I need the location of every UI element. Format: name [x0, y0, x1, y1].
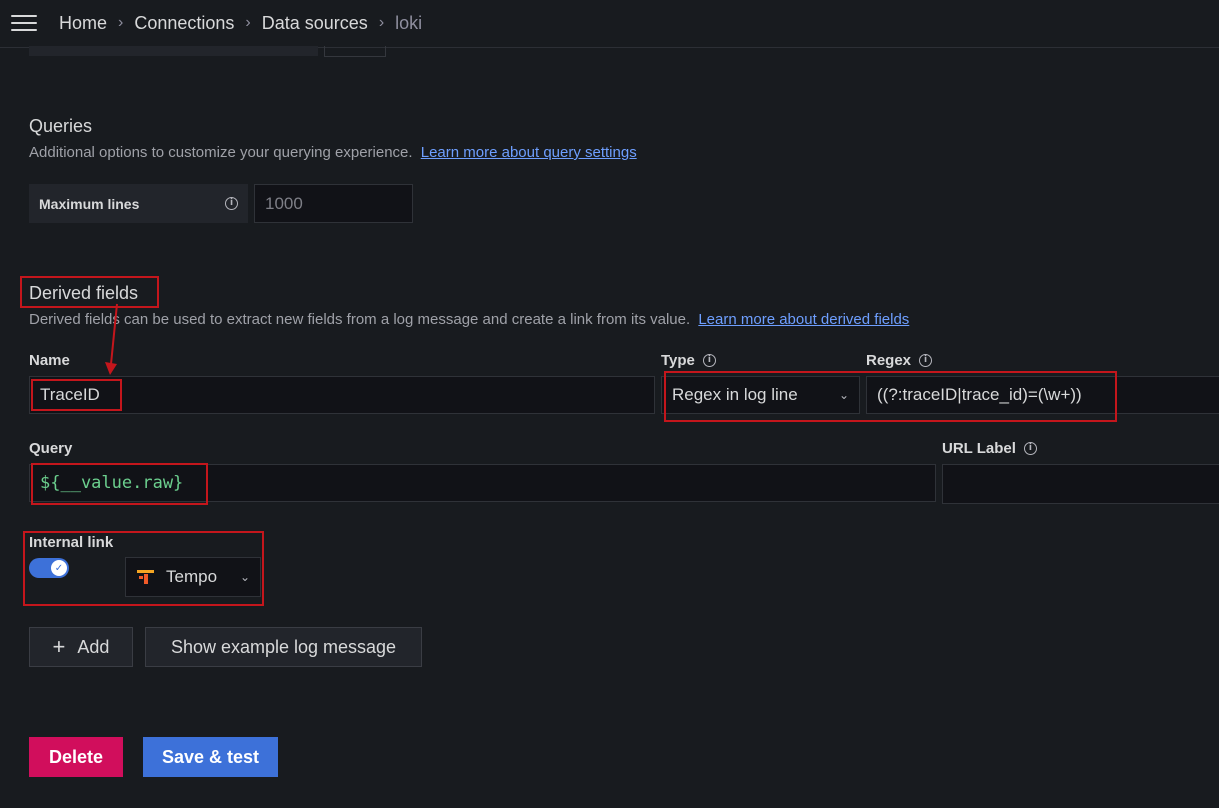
derived-fields-description-text: Derived fields can be used to extract ne… — [29, 311, 691, 328]
maximum-lines-label-text: Maximum lines — [39, 195, 140, 212]
derived-fields-link[interactable]: Learn more about derived fields — [698, 311, 909, 328]
menu-icon[interactable] — [11, 13, 37, 33]
save-test-button[interactable]: Save & test — [143, 737, 278, 777]
chevron-right-icon: › — [245, 14, 251, 31]
breadcrumb: Home › Connections › Data sources › loki — [59, 12, 422, 34]
chevron-down-icon: ⌄ — [838, 388, 849, 402]
breadcrumb-home[interactable]: Home — [59, 13, 107, 34]
info-icon[interactable]: i — [702, 354, 716, 367]
query-label: Query — [29, 440, 72, 457]
chevron-right-icon: › — [118, 14, 124, 31]
query-settings-link[interactable]: Learn more about query settings — [421, 144, 637, 161]
url-label-input[interactable] — [942, 464, 1219, 504]
check-icon: ✓ — [51, 560, 67, 576]
add-button-label: Add — [77, 636, 110, 657]
plus-icon: + — [52, 634, 66, 659]
internal-link-label-text: Internal link — [29, 534, 114, 551]
name-label: Name — [29, 352, 70, 369]
url-label-label-text: URL Label — [942, 440, 1016, 457]
regex-label: Regex i — [866, 352, 933, 369]
datasource-select[interactable]: Tempo ⌄ — [125, 557, 261, 597]
name-input[interactable]: TraceID — [29, 376, 655, 414]
chevron-down-icon: ⌄ — [239, 570, 250, 584]
queries-description-text: Additional options to customize your que… — [29, 144, 413, 161]
regex-input[interactable]: ((?:traceID|trace_id)=(\w+)) — [866, 376, 1219, 414]
info-icon[interactable]: i — [225, 197, 238, 210]
type-label-text: Type — [661, 352, 695, 369]
chevron-right-icon: › — [378, 14, 385, 31]
derived-fields-description: Derived fields can be used to extract ne… — [29, 311, 909, 328]
previous-field-label — [29, 46, 318, 56]
previous-field-input[interactable] — [324, 46, 386, 57]
maximum-lines-input[interactable]: 1000 — [254, 184, 413, 223]
top-bar: Home › Connections › Data sources › loki — [0, 0, 1219, 48]
delete-button[interactable]: Delete — [29, 737, 123, 777]
name-label-text: Name — [29, 352, 70, 369]
tempo-logo-icon — [137, 570, 154, 584]
info-icon[interactable]: i — [919, 354, 933, 367]
internal-link-toggle[interactable]: ✓ — [29, 558, 69, 578]
breadcrumb-current: loki — [395, 12, 423, 33]
datasource-select-value: Tempo — [166, 567, 218, 586]
query-label-text: Query — [29, 440, 73, 457]
info-icon[interactable]: i — [1023, 442, 1037, 455]
breadcrumb-connections[interactable]: Connections — [134, 13, 234, 34]
query-input[interactable]: ${__value.raw} — [29, 464, 936, 502]
breadcrumb-data-sources[interactable]: Data sources — [262, 13, 368, 34]
annotation-arrow — [105, 303, 118, 375]
type-select[interactable]: Regex in log line ⌄ — [661, 376, 860, 414]
regex-label-text: Regex — [866, 352, 912, 369]
add-button[interactable]: + Add — [29, 627, 133, 667]
maximum-lines-label: Maximum lines i — [29, 184, 248, 223]
url-label-label: URL Label i — [942, 440, 1037, 457]
type-select-value: Regex in log line — [672, 385, 798, 404]
queries-heading: Queries — [29, 116, 93, 136]
type-label: Type i — [661, 352, 716, 369]
show-example-log-button[interactable]: Show example log message — [145, 627, 422, 667]
queries-description: Additional options to customize your que… — [29, 144, 637, 161]
internal-link-label: Internal link — [29, 534, 113, 551]
